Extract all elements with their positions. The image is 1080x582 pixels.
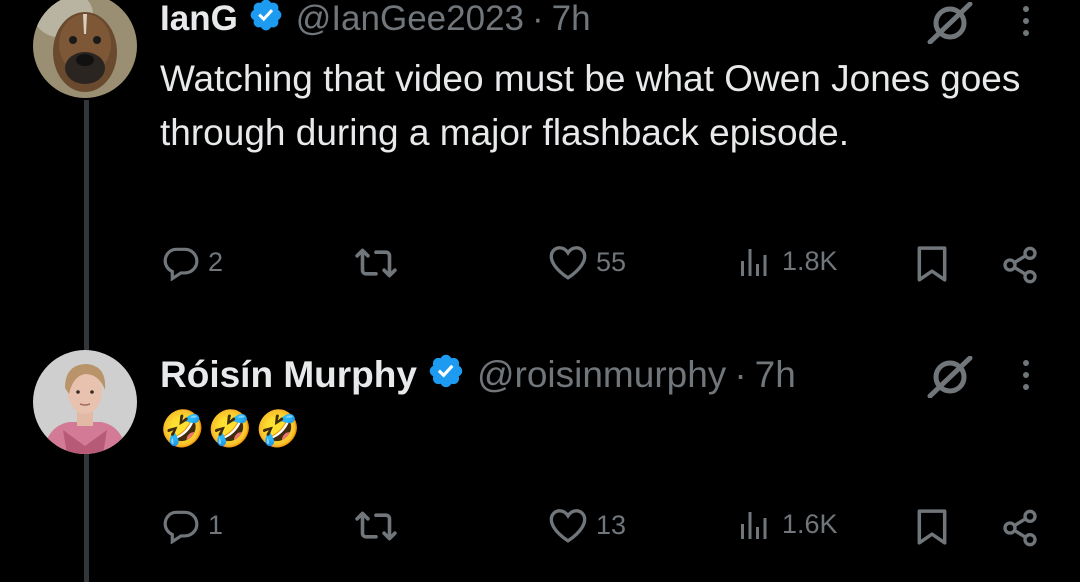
retweet-button[interactable] (354, 245, 406, 281)
rofl-emoji: 🤣 (160, 408, 205, 449)
handle[interactable]: @IanGee2023 (296, 0, 524, 39)
reply-count: 2 (208, 246, 224, 277)
views-count: 1.8K (782, 245, 838, 276)
tweet-actions: 2 55 1.8K (0, 243, 1080, 287)
tweet-ian: IanG @IanGee2023 · 7h Watching that vide… (0, 0, 1080, 300)
more-options-icon[interactable] (1022, 6, 1030, 42)
verified-badge-icon (248, 0, 284, 42)
timestamp[interactable]: 7h (755, 354, 796, 396)
separator-dot: · (532, 0, 544, 38)
bookmark-button[interactable] (916, 508, 948, 546)
display-name[interactable]: Róisín Murphy (160, 354, 417, 396)
like-count: 13 (596, 509, 627, 540)
tweet-header: Róisín Murphy @roisinmurphy · 7h (160, 350, 796, 400)
tweet-text: Watching that video must be what Owen Jo… (160, 58, 1021, 153)
reply-button[interactable]: 2 (162, 243, 223, 281)
person-portrait-avatar-icon (33, 350, 137, 454)
separator-dot: · (734, 354, 747, 395)
share-button[interactable] (1000, 245, 1040, 285)
bookmark-icon (917, 246, 947, 282)
boxer-dog-avatar-icon (33, 0, 137, 98)
rofl-emoji: 🤣 (207, 408, 253, 449)
tweet-text: 🤣🤣🤣 (160, 404, 1040, 454)
verified-badge-icon (427, 352, 465, 399)
display-name[interactable]: IanG (160, 0, 238, 39)
tweet-roisin: Róisín Murphy @roisinmurphy · 7h 🤣🤣🤣 1 1… (0, 300, 1080, 582)
reply-icon (163, 247, 199, 281)
bookmark-button[interactable] (916, 245, 948, 283)
timestamp[interactable]: 7h (552, 0, 591, 39)
grok-icon[interactable] (926, 1, 974, 49)
handle[interactable]: @roisinmurphy (477, 354, 726, 396)
reply-icon (163, 510, 199, 544)
avatar[interactable] (33, 0, 137, 98)
share-icon (1003, 246, 1037, 284)
retweet-button[interactable] (354, 508, 406, 544)
retweet-icon (355, 511, 397, 541)
share-button[interactable] (1000, 508, 1040, 548)
views-button[interactable]: 1.6K (738, 506, 838, 542)
reply-button[interactable]: 1 (162, 506, 223, 544)
views-count: 1.6K (782, 508, 838, 539)
views-icon (741, 512, 767, 539)
views-icon (741, 249, 767, 276)
tweet-actions: 1 13 1.6K (0, 506, 1080, 550)
retweet-icon (355, 248, 397, 278)
like-button[interactable]: 13 (548, 506, 626, 544)
grok-icon[interactable] (926, 355, 974, 403)
views-button[interactable]: 1.8K (738, 243, 838, 279)
reply-count: 1 (208, 509, 224, 540)
heart-icon (549, 509, 587, 543)
like-button[interactable]: 55 (548, 243, 626, 281)
tweet-header: IanG @IanGee2023 · 7h (160, 0, 591, 44)
heart-icon (549, 246, 587, 280)
bookmark-icon (917, 509, 947, 545)
avatar[interactable] (33, 350, 137, 454)
share-icon (1003, 509, 1037, 547)
like-count: 55 (596, 246, 627, 277)
rofl-emoji: 🤣 (255, 408, 301, 449)
more-options-icon[interactable] (1022, 360, 1030, 396)
